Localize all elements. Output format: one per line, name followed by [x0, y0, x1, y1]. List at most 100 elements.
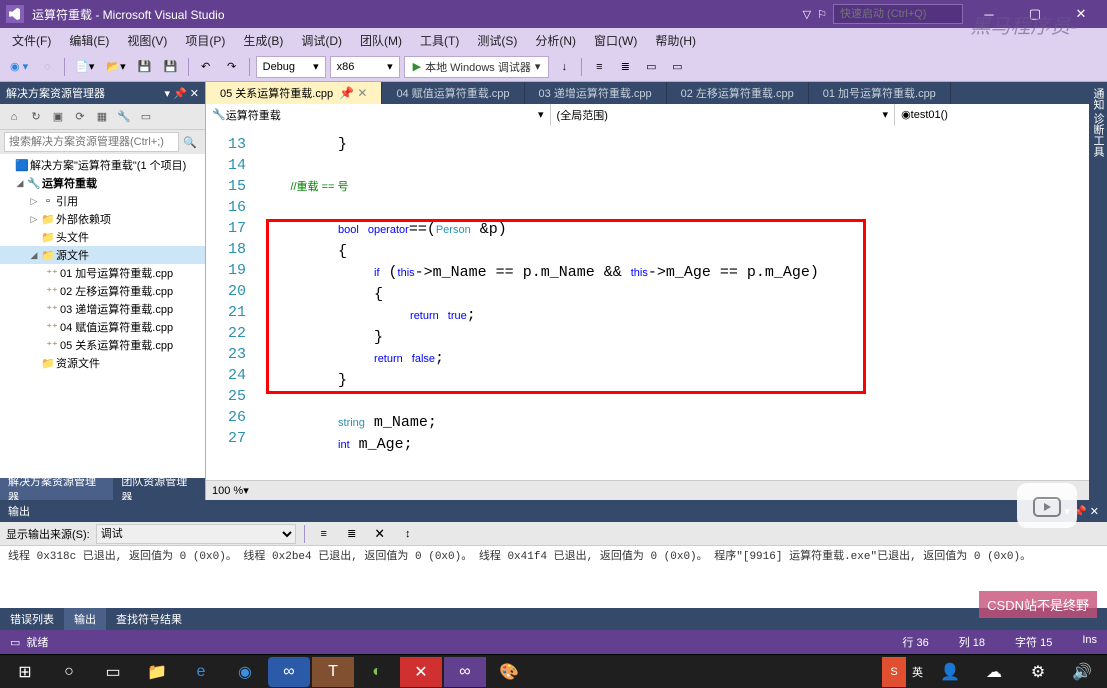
- paint-icon[interactable]: 🎨: [488, 657, 530, 687]
- menu-help[interactable]: 帮助(H): [647, 29, 704, 51]
- code-editor[interactable]: 13 14 15 16 17 18 19 20 21 22 23 24 25 2…: [206, 126, 1107, 480]
- zoom-indicator[interactable]: 100 % ▾: [206, 480, 1107, 500]
- ime-lang[interactable]: 英: [908, 664, 927, 680]
- sync-icon[interactable]: ⟳: [70, 107, 90, 127]
- app2-icon[interactable]: ∞: [268, 657, 310, 687]
- out-btn4[interactable]: ↕: [397, 523, 419, 545]
- flag-icon[interactable]: ▽: [803, 8, 811, 21]
- menu-file[interactable]: 文件(F): [4, 29, 59, 51]
- editor-tab-03[interactable]: 03 递增运算符重载.cpp: [525, 82, 667, 104]
- output-text[interactable]: 线程 0x318c 已退出, 返回值为 0 (0x0)。 线程 0x2be4 已…: [0, 546, 1107, 608]
- refresh-icon[interactable]: ↻: [26, 107, 46, 127]
- tab-solution-explorer[interactable]: 解决方案资源管理器: [0, 478, 113, 500]
- menu-analyze[interactable]: 分析(N): [527, 29, 584, 51]
- menu-view[interactable]: 视图(V): [119, 29, 175, 51]
- minimize-button[interactable]: ─: [969, 0, 1009, 28]
- solution-search-input[interactable]: [4, 132, 179, 152]
- status-col: 列 18: [959, 634, 985, 650]
- out-btn1[interactable]: ≡: [313, 523, 335, 545]
- config-combo[interactable]: Debug▾: [256, 56, 326, 78]
- properties-icon[interactable]: 🔧: [114, 107, 134, 127]
- status-ins: Ins: [1082, 634, 1097, 650]
- solution-explorer-title: 解决方案资源管理器 ▾ 📌 ✕: [0, 82, 205, 104]
- solution-explorer: 解决方案资源管理器 ▾ 📌 ✕ ⌂ ↻ ▣ ⟳ ▦ 🔧 ▭ 🔍 🟦解决方案"运算…: [0, 82, 206, 500]
- csdn-watermark: CSDN站不是终野: [979, 591, 1097, 618]
- home-icon[interactable]: ⌂: [4, 107, 24, 127]
- tab-error-list[interactable]: 错误列表: [0, 608, 64, 630]
- undo-button[interactable]: ↶: [195, 56, 217, 78]
- vs-logo-icon: [6, 5, 24, 23]
- status-ready-icon: ▭: [10, 636, 20, 649]
- tray3-icon[interactable]: ⚙: [1017, 657, 1059, 687]
- tab-output[interactable]: 输出: [64, 608, 106, 630]
- editor-tab-05[interactable]: 05 关系运算符重载.cpp📌 ✕: [206, 82, 382, 104]
- misc3-button[interactable]: ▭: [640, 56, 662, 78]
- cortana-icon[interactable]: ○: [48, 657, 90, 687]
- tray4-icon[interactable]: 🔊: [1061, 657, 1103, 687]
- menu-build[interactable]: 生成(B): [235, 29, 291, 51]
- ime-icon[interactable]: S: [882, 657, 906, 687]
- app3-icon[interactable]: T: [312, 657, 354, 687]
- solution-tree[interactable]: 🟦解决方案"运算符重载"(1 个项目) ◢🔧运算符重载 ▷▫引用 ▷📁外部依赖项…: [0, 154, 205, 478]
- editor-tab-04[interactable]: 04 赋值运算符重载.cpp: [382, 82, 524, 104]
- taskview-icon[interactable]: ▭: [92, 657, 134, 687]
- panel-close-icon[interactable]: ✕: [1090, 506, 1099, 518]
- window-title: 运算符重载 - Microsoft Visual Studio: [32, 6, 803, 23]
- new-button[interactable]: 📄▾: [71, 56, 98, 78]
- start-button[interactable]: ⊞: [4, 657, 46, 687]
- menu-tools[interactable]: 工具(T): [412, 29, 467, 51]
- solution-toolbar: ⌂ ↻ ▣ ⟳ ▦ 🔧 ▭: [0, 104, 205, 130]
- tray2-icon[interactable]: ☁: [973, 657, 1015, 687]
- tray1-icon[interactable]: 👤: [929, 657, 971, 687]
- vs-taskbar-icon[interactable]: ∞: [444, 657, 486, 687]
- redo-button[interactable]: ↷: [221, 56, 243, 78]
- app5-icon[interactable]: ✕: [400, 657, 442, 687]
- panel-close-icon[interactable]: ✕: [190, 88, 199, 100]
- status-bar: ▭就绪 行 36 列 18 字符 15 Ins: [0, 630, 1107, 654]
- maximize-button[interactable]: ▢: [1015, 0, 1055, 28]
- menu-project[interactable]: 项目(P): [177, 29, 233, 51]
- tab-team-explorer[interactable]: 团队资源管理器: [113, 478, 205, 500]
- status-char: 字符 15: [1015, 634, 1052, 650]
- nav-back-button[interactable]: ◉ ▾: [6, 56, 32, 78]
- preview-icon[interactable]: ▭: [136, 107, 156, 127]
- step-button[interactable]: ↓: [553, 56, 575, 78]
- save-button[interactable]: 💾: [134, 56, 156, 78]
- close-icon[interactable]: 📌 ✕: [339, 86, 367, 100]
- windows-taskbar: ⊞ ○ ▭ 📁 e ◉ ∞ T ◐ ✕ ∞ 🎨 S 英 👤 ☁ ⚙ 🔊: [0, 654, 1107, 688]
- menu-debug[interactable]: 调试(D): [293, 29, 350, 51]
- explorer-icon[interactable]: 📁: [136, 657, 178, 687]
- edge-icon[interactable]: e: [180, 657, 222, 687]
- misc1-button[interactable]: ≡: [588, 56, 610, 78]
- menu-test[interactable]: 测试(S): [469, 29, 525, 51]
- bilibili-play-icon[interactable]: [1017, 483, 1077, 528]
- tab-find-results[interactable]: 查找符号结果: [106, 608, 192, 630]
- nav-fwd-button[interactable]: ◌: [36, 56, 58, 78]
- close-button[interactable]: ✕: [1061, 0, 1101, 28]
- app1-icon[interactable]: ◉: [224, 657, 266, 687]
- menu-team[interactable]: 团队(M): [352, 29, 410, 51]
- right-sidebar[interactable]: 通知 诊断工具: [1089, 82, 1107, 500]
- misc2-button[interactable]: ≣: [614, 56, 636, 78]
- app4-icon[interactable]: ◐: [356, 657, 398, 687]
- run-button[interactable]: ▶本地 Windows 调试器▾: [404, 56, 550, 78]
- save-all-button[interactable]: 💾: [160, 56, 182, 78]
- out-btn3[interactable]: 🗙: [369, 523, 391, 545]
- out-btn2[interactable]: ≣: [341, 523, 363, 545]
- menu-window[interactable]: 窗口(W): [586, 29, 645, 51]
- misc4-button[interactable]: ▭: [666, 56, 688, 78]
- menu-edit[interactable]: 编辑(E): [61, 29, 117, 51]
- collapse-icon[interactable]: ▣: [48, 107, 68, 127]
- quick-launch-input[interactable]: [833, 4, 963, 24]
- output-source-select[interactable]: 调试: [96, 524, 296, 544]
- nav-global[interactable]: (全局范围)▾: [551, 104, 896, 126]
- editor-tab-02[interactable]: 02 左移运算符重载.cpp: [667, 82, 809, 104]
- nav-scope[interactable]: 🔧 运算符重载▾: [206, 104, 551, 126]
- notif-icon[interactable]: ⚐: [817, 8, 827, 21]
- pin-icon[interactable]: ▾ 📌: [164, 88, 186, 100]
- showall-icon[interactable]: ▦: [92, 107, 112, 127]
- platform-combo[interactable]: x86▾: [330, 56, 400, 78]
- open-button[interactable]: 📂▾: [102, 56, 129, 78]
- editor-tab-01[interactable]: 01 加号运算符重载.cpp: [809, 82, 951, 104]
- nav-func[interactable]: ◉ test01()▾: [895, 104, 1107, 126]
